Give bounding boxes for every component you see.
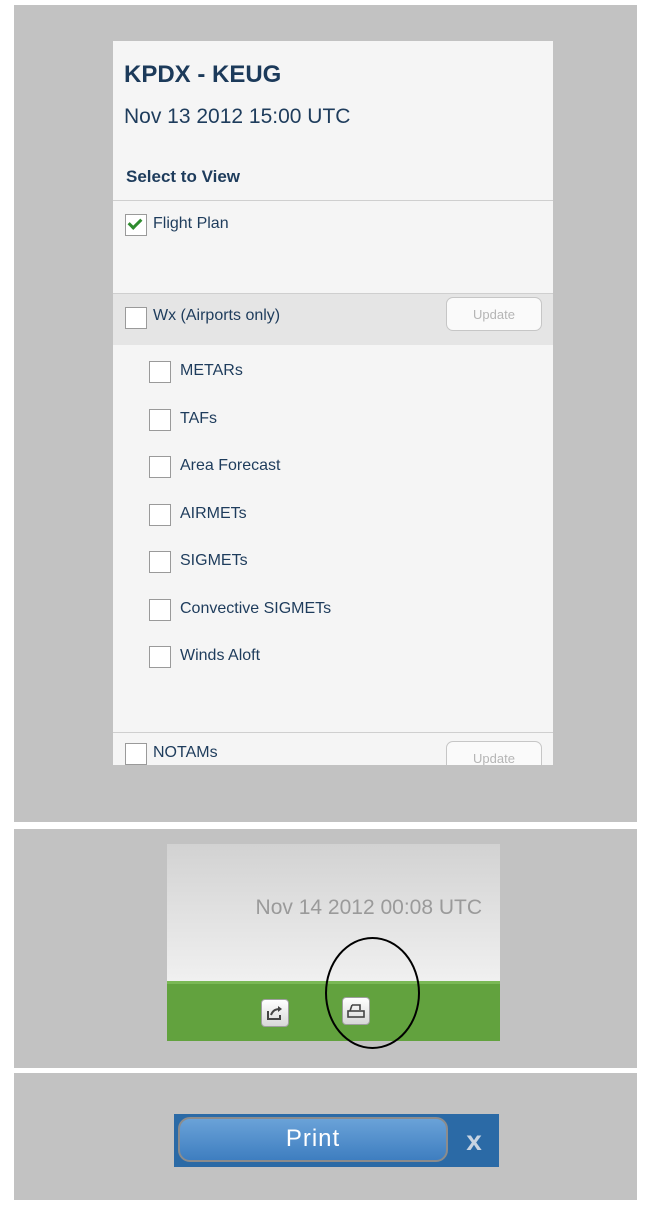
wx-checkbox[interactable] <box>125 307 147 329</box>
highlight-circle <box>325 937 420 1049</box>
flight-options-section: KPDX - KEUG Nov 13 2012 15:00 UTC Select… <box>14 5 637 822</box>
wx-item-label: SIGMETs <box>180 552 248 569</box>
wx-item-checkbox[interactable] <box>149 503 171 526</box>
select-to-view-heading: Select to View <box>126 167 241 186</box>
wx-item-label: METARs <box>180 362 243 379</box>
route-datetime: Nov 13 2012 15:00 UTC <box>124 105 351 128</box>
wx-item-label: Area Forecast <box>180 457 281 474</box>
flight-plan-label: Flight Plan <box>153 215 229 232</box>
wx-item-label: Winds Aloft <box>180 647 261 664</box>
share-icon <box>267 1006 282 1020</box>
wx-item-checkbox[interactable] <box>149 551 171 573</box>
wx-item-label: Convective SIGMETs <box>180 599 332 617</box>
toolbar-timestamp: Nov 14 2012 00:08 UTC <box>255 896 482 919</box>
wx-item-checkbox[interactable] <box>149 361 171 383</box>
wx-label: Wx (Airports only) <box>153 307 281 324</box>
flight-plan-checkbox[interactable] <box>125 214 147 236</box>
notams-label: NOTAMs <box>153 744 218 761</box>
share-button[interactable] <box>261 999 289 1027</box>
flight-options-panel: KPDX - KEUG Nov 13 2012 15:00 UTC Select… <box>113 41 553 765</box>
divider <box>113 200 553 201</box>
wx-item-checkbox[interactable] <box>149 456 171 478</box>
notams-update-button[interactable]: Update <box>446 741 542 765</box>
notams-checkbox[interactable] <box>125 743 147 765</box>
close-icon[interactable]: x <box>454 1122 494 1160</box>
wx-item-checkbox[interactable] <box>149 408 171 431</box>
print-bar: Print x <box>174 1114 499 1167</box>
wx-item-label: AIRMETs <box>180 504 247 522</box>
wx-row: Wx (Airports only) Update <box>113 293 553 345</box>
wx-item-checkbox[interactable] <box>149 646 171 668</box>
wx-update-button[interactable]: Update <box>446 297 542 331</box>
toolbar-section: Nov 14 2012 00:08 UTC <box>14 829 637 1068</box>
route-title: KPDX - KEUG <box>124 61 282 88</box>
wx-item-label: TAFs <box>180 409 218 427</box>
print-action-button[interactable]: Print <box>178 1117 448 1162</box>
divider <box>113 732 553 733</box>
divider <box>113 293 553 294</box>
wx-item-checkbox[interactable] <box>149 598 171 621</box>
print-section: Print x <box>14 1073 637 1200</box>
